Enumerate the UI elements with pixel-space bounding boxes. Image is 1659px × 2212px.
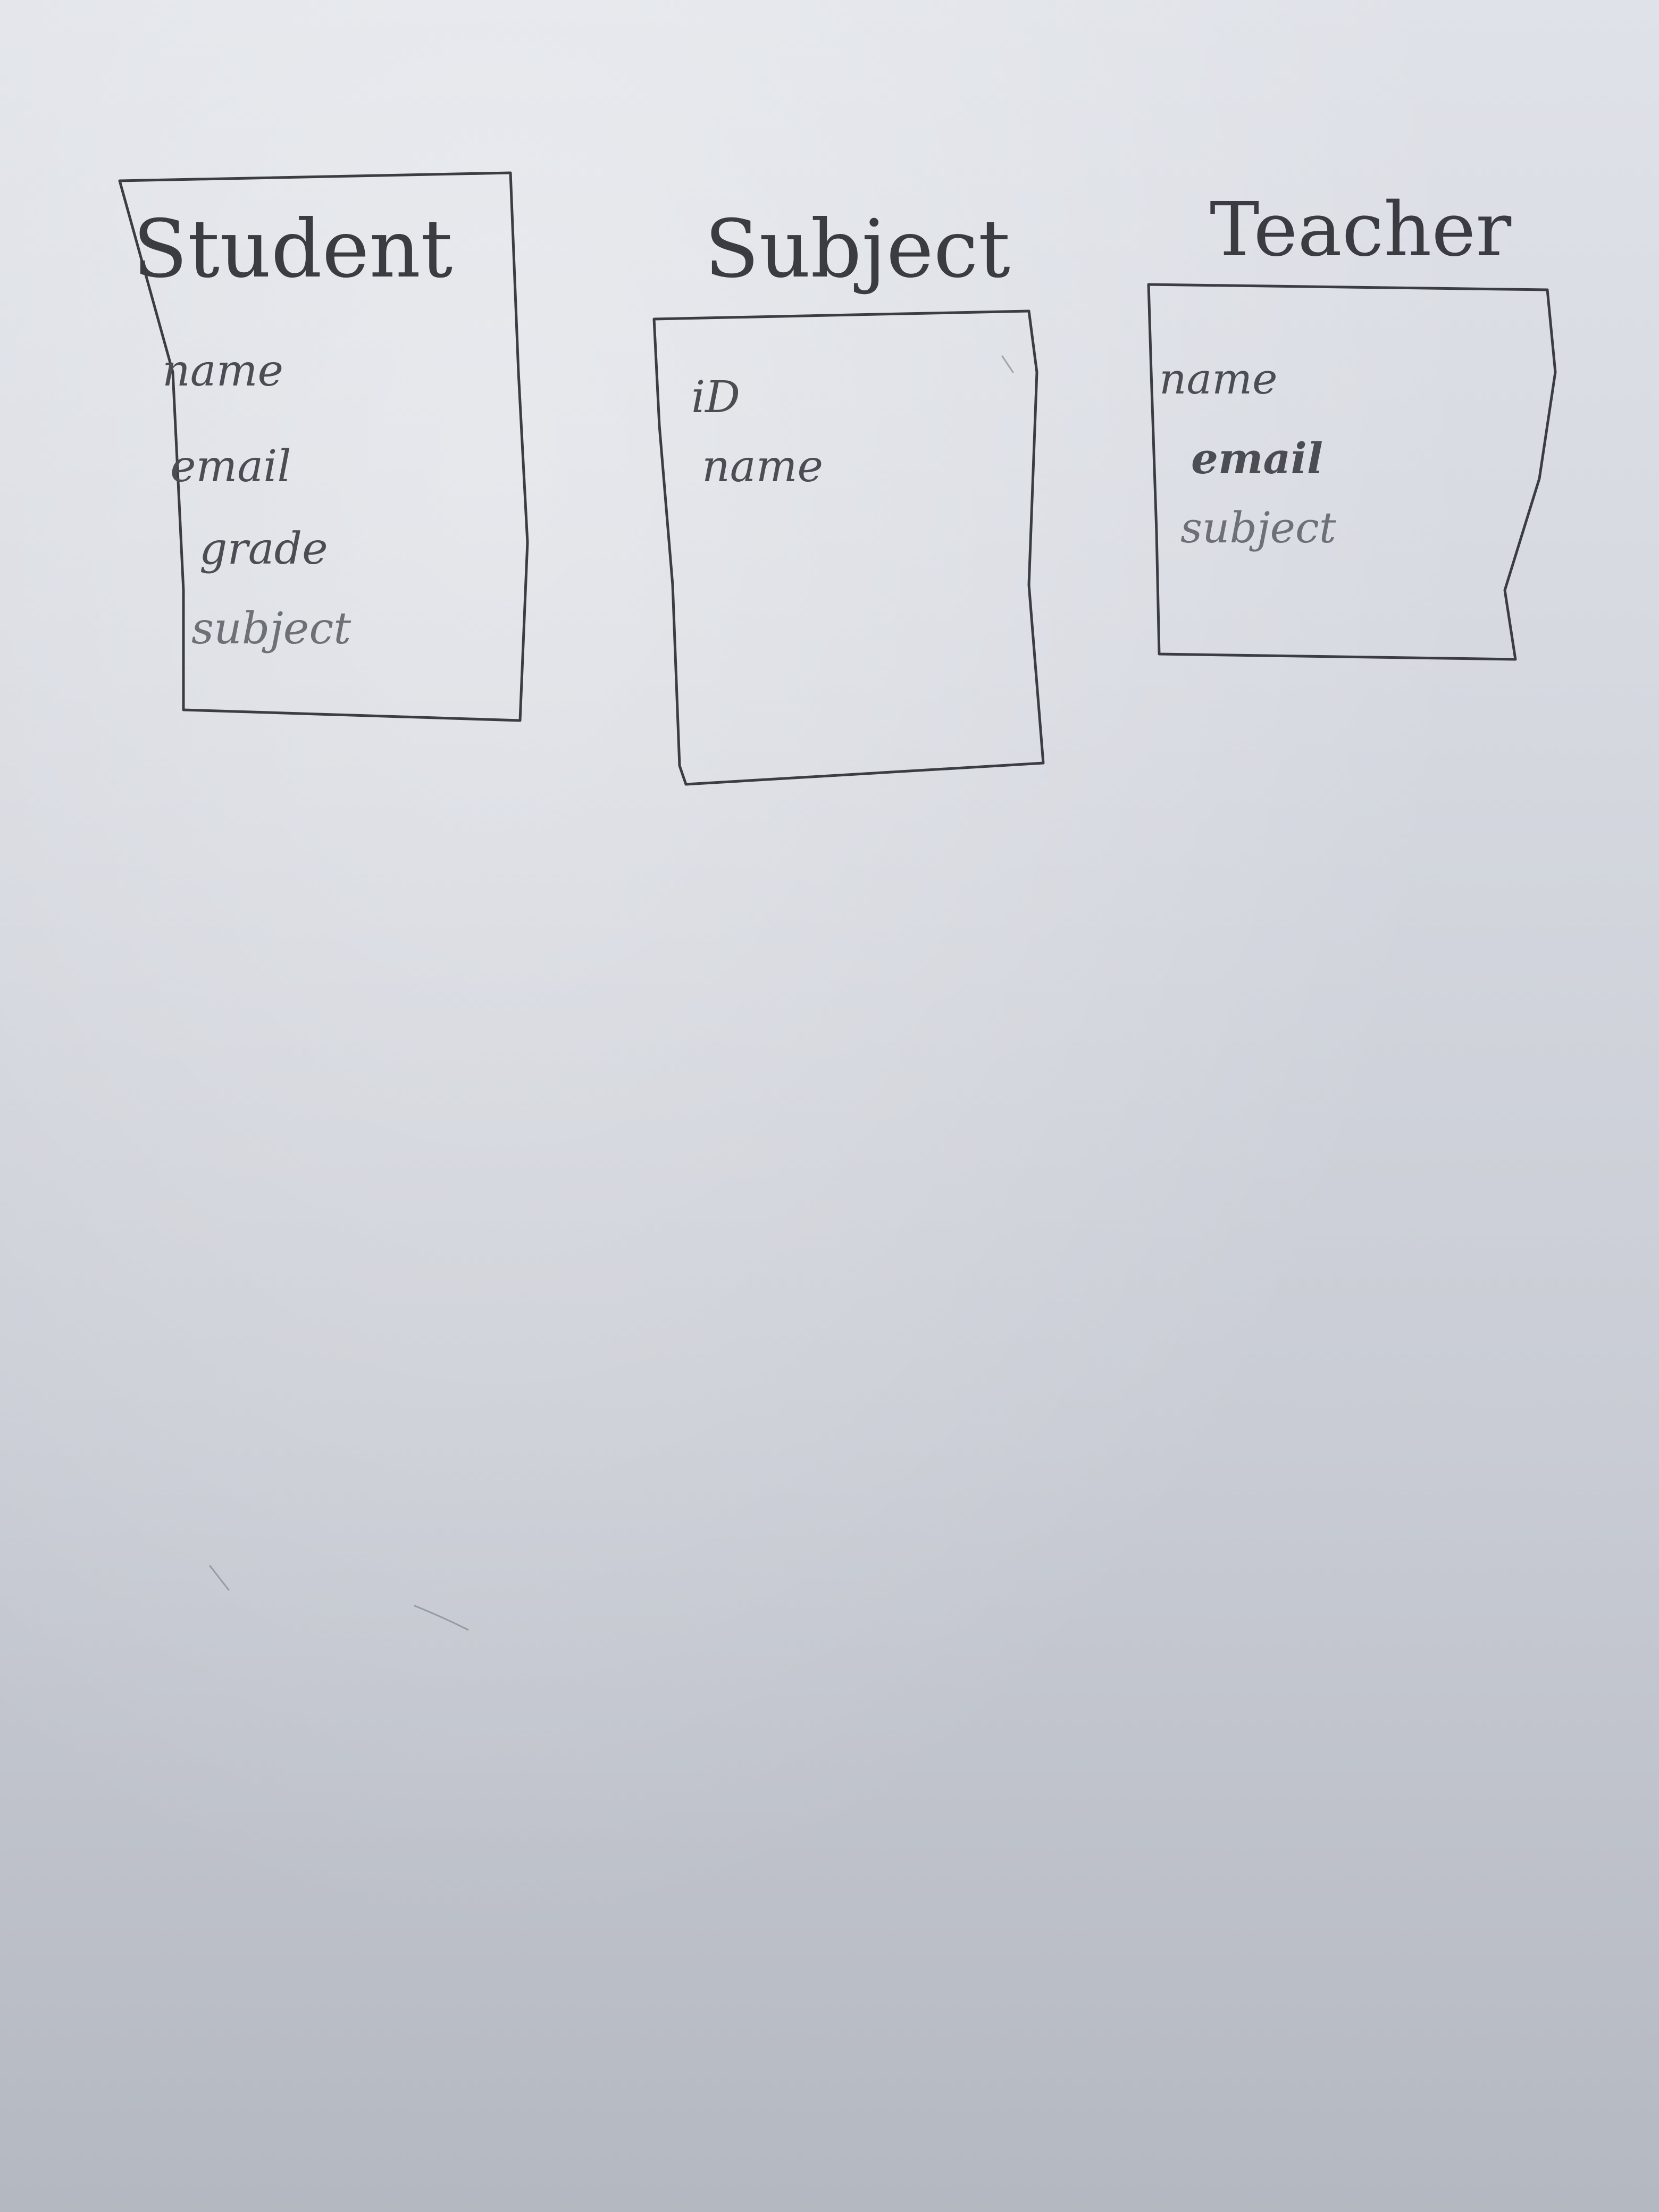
entity-teacher-title: Teacher — [1210, 187, 1511, 273]
entity-teacher: Teacher name email subject — [1147, 187, 1557, 661]
entity-student-title: Student — [133, 203, 453, 296]
entity-student-attr-email: email — [170, 441, 291, 492]
entity-student-attr-subject: subject — [191, 604, 351, 654]
entity-student: Student name email grade subject — [118, 171, 529, 722]
stray-pencil-mark-lower — [209, 1565, 230, 1591]
entity-teacher-attr-email: email — [1191, 433, 1323, 483]
entity-student-attr-grade: grade — [199, 524, 328, 574]
entity-subject-title: Subject — [705, 203, 1010, 296]
entity-teacher-attr-name: name — [1159, 354, 1277, 404]
stray-pencil-mark-lower-2 — [414, 1605, 469, 1631]
entity-subject-attr-id: iD — [691, 372, 740, 423]
entity-subject-attr-name: name — [702, 441, 823, 492]
er-sketch-diagram: Student name email grade subject Subject… — [118, 171, 1557, 1631]
entity-subject: Subject iD name — [652, 203, 1045, 786]
stray-pencil-mark — [1001, 355, 1014, 373]
entity-teacher-attr-subject: subject — [1180, 503, 1337, 552]
entity-student-attr-name: name — [162, 346, 283, 396]
